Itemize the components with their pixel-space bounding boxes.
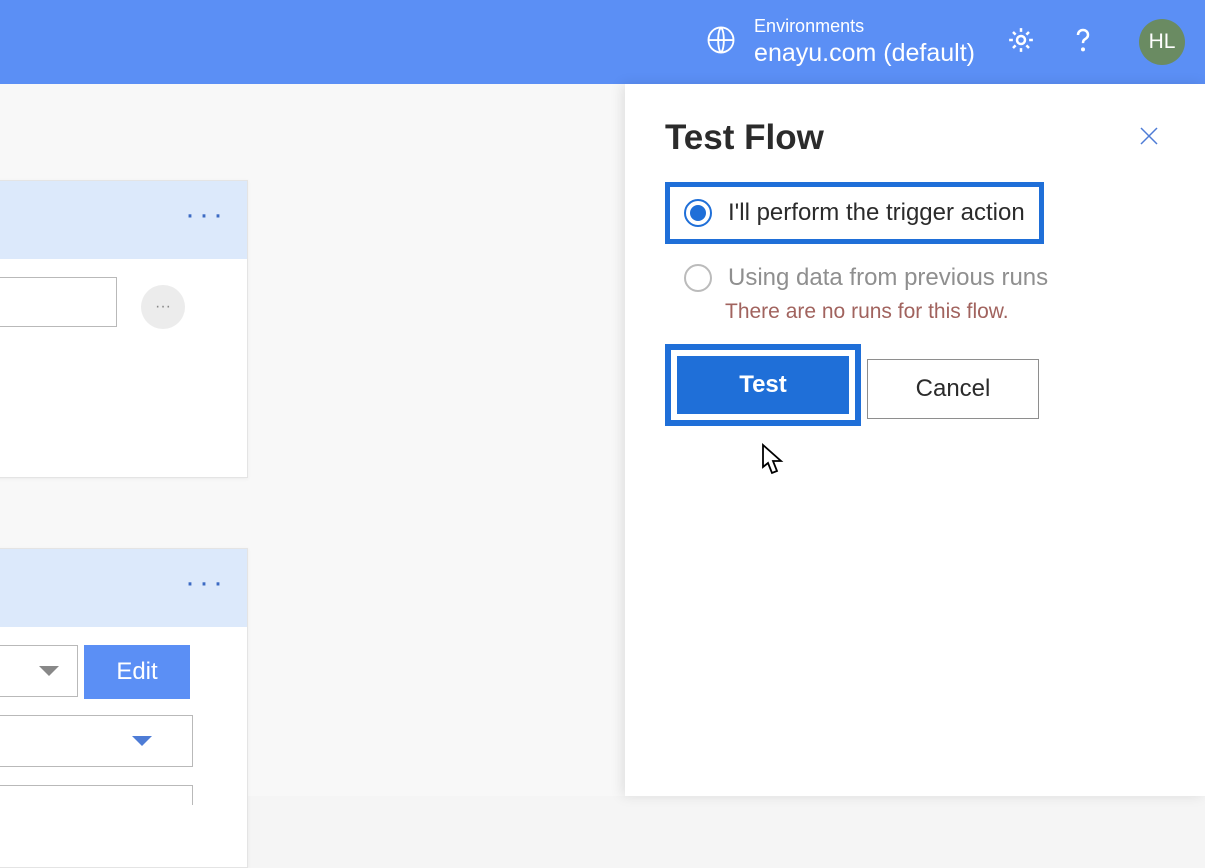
card2-expand-row[interactable] — [0, 715, 193, 767]
card-header-2: ··· — [0, 549, 247, 627]
question-icon — [1068, 25, 1098, 60]
panel-button-row: Test Cancel — [665, 344, 1165, 426]
test-button[interactable]: Test — [677, 356, 849, 414]
more-icon[interactable]: ··· — [185, 566, 227, 610]
card-body-1: ··· — [0, 259, 247, 345]
more-icon[interactable]: ··· — [185, 198, 227, 242]
globe-icon — [706, 25, 736, 60]
panel-header: Test Flow — [665, 118, 1165, 158]
gear-icon — [1006, 25, 1036, 60]
overflow-button[interactable]: ··· — [141, 285, 185, 329]
edit-button[interactable]: Edit — [84, 645, 190, 699]
radio-icon — [684, 199, 712, 227]
panel-title: Test Flow — [665, 118, 824, 158]
environment-label: Environments — [754, 15, 975, 38]
previous-runs-helper: There are no runs for this flow. — [725, 300, 1165, 324]
close-button[interactable] — [1133, 122, 1165, 154]
radio-icon — [684, 264, 712, 292]
card-header-1: ··· — [0, 181, 247, 259]
card1-input[interactable] — [0, 277, 117, 327]
environment-text: Environments enayu.com (default) — [754, 15, 975, 69]
environment-value: enayu.com (default) — [754, 38, 975, 69]
card-body-2: Edit — [0, 627, 247, 663]
test-flow-panel: Test Flow I'll perform the trigger actio… — [625, 84, 1205, 796]
environment-picker[interactable]: Environments enayu.com (default) — [706, 15, 975, 69]
radio-option-manual[interactable]: I'll perform the trigger action — [665, 182, 1044, 244]
radio-label-previous: Using data from previous runs — [728, 264, 1048, 292]
flow-step-card-1[interactable]: ··· ··· — [0, 180, 248, 478]
radio-option-previous: Using data from previous runs — [665, 252, 1165, 304]
help-button[interactable] — [1067, 26, 1099, 58]
close-icon — [1137, 124, 1161, 153]
chevron-down-icon — [132, 736, 152, 746]
app-header: Environments enayu.com (default) HL — [0, 0, 1205, 84]
main-canvas: ··· ··· ··· Edit Test Flow — [0, 84, 1205, 796]
cancel-button[interactable]: Cancel — [867, 359, 1039, 419]
test-button-highlight: Test — [665, 344, 861, 426]
radio-group: I'll perform the trigger action Using da… — [665, 182, 1165, 324]
radio-label-manual: I'll perform the trigger action — [728, 199, 1025, 227]
chevron-down-icon — [39, 666, 59, 676]
card2-dropdown[interactable] — [0, 645, 78, 697]
user-avatar[interactable]: HL — [1139, 19, 1185, 65]
card2-row-partial[interactable] — [0, 785, 193, 805]
flow-step-card-2[interactable]: ··· Edit — [0, 548, 248, 868]
settings-button[interactable] — [1005, 26, 1037, 58]
